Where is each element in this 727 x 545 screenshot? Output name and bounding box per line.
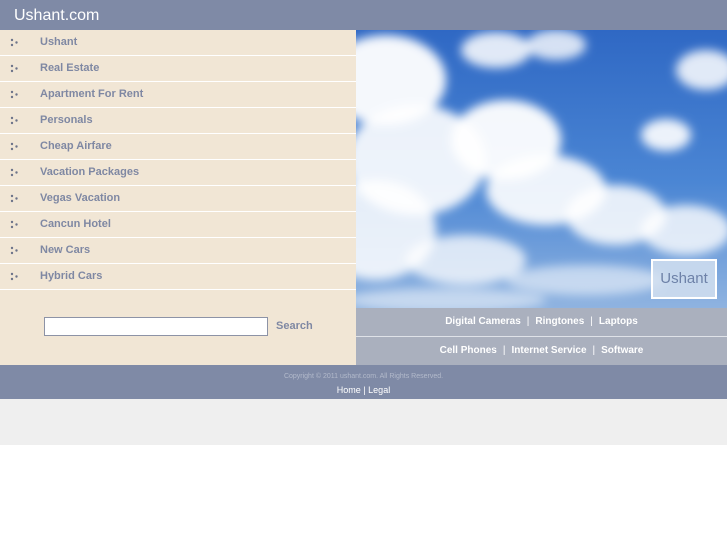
- sidebar-item-vegas-vacation[interactable]: Vegas Vacation: [0, 186, 356, 212]
- sidebar-item-cheap-airfare[interactable]: Cheap Airfare: [0, 134, 356, 160]
- sidebar-item-label: Hybrid Cars: [40, 270, 103, 282]
- link-internet-service[interactable]: Internet Service: [511, 345, 586, 356]
- link-software[interactable]: Software: [601, 345, 643, 356]
- dots-bullet-icon: [10, 116, 18, 125]
- copyright-text: Copyright © 2011 ushant.com. All Rights …: [283, 373, 444, 380]
- footer-legal-link[interactable]: Legal: [368, 385, 390, 395]
- sidebar-item-label: Apartment For Rent: [40, 88, 144, 100]
- links-bar-bottom: Cell Phones | Internet Service | Software: [356, 337, 727, 365]
- sidebar-item-cancun-hotel[interactable]: Cancun Hotel: [0, 212, 356, 238]
- sidebar-item-ushant[interactable]: Ushant: [0, 30, 356, 56]
- sidebar-item-hybrid-cars[interactable]: Hybrid Cars: [0, 264, 356, 290]
- site-footer: Copyright © 2011 ushant.com. All Rights …: [0, 365, 727, 399]
- search-input[interactable]: [44, 317, 268, 336]
- dots-bullet-icon: [10, 246, 18, 255]
- sidebar-item-apartment-for-rent[interactable]: Apartment For Rent: [0, 82, 356, 108]
- sidebar-item-new-cars[interactable]: New Cars: [0, 238, 356, 264]
- dots-bullet-icon: [10, 168, 18, 177]
- sidebar: Ushant Real Estate Apartment For Rent Pe…: [0, 30, 356, 365]
- hero-sky-image: Ushant: [356, 30, 727, 308]
- link-separator: |: [526, 316, 530, 327]
- search-button[interactable]: Search: [276, 320, 313, 332]
- sidebar-item-label: Vegas Vacation: [40, 192, 121, 204]
- sidebar-item-label: Real Estate: [40, 62, 100, 74]
- link-separator: |: [590, 316, 593, 327]
- site-header: Ushant.com: [0, 0, 727, 30]
- sidebar-item-real-estate[interactable]: Real Estate: [0, 56, 356, 82]
- link-separator: |: [502, 345, 506, 356]
- dots-bullet-icon: [10, 194, 18, 203]
- link-separator: |: [592, 345, 596, 356]
- sidebar-item-label: Vacation Packages: [40, 166, 140, 178]
- brand-badge[interactable]: Ushant: [651, 259, 717, 299]
- link-ringtones[interactable]: Ringtones: [535, 316, 584, 327]
- sidebar-item-label: New Cars: [40, 244, 91, 256]
- footer-home-link[interactable]: Home: [337, 385, 361, 395]
- dots-bullet-icon: [10, 38, 18, 47]
- dots-bullet-icon: [10, 90, 18, 99]
- sidebar-item-label: Ushant: [40, 36, 78, 48]
- sidebar-item-personals[interactable]: Personals: [0, 108, 356, 134]
- footer-separator: |: [363, 385, 366, 395]
- sidebar-item-label: Cheap Airfare: [40, 140, 112, 152]
- links-bar-top: Digital Cameras | Ringtones | Laptops: [356, 308, 727, 337]
- dots-bullet-icon: [10, 220, 18, 229]
- link-cell-phones[interactable]: Cell Phones: [440, 345, 497, 356]
- sidebar-item-label: Personals: [40, 114, 93, 126]
- nav-list: Ushant Real Estate Apartment For Rent Pe…: [0, 30, 356, 290]
- sidebar-item-vacation-packages[interactable]: Vacation Packages: [0, 160, 356, 186]
- dots-bullet-icon: [10, 64, 18, 73]
- dots-bullet-icon: [10, 272, 18, 281]
- link-laptops[interactable]: Laptops: [599, 316, 638, 327]
- dots-bullet-icon: [10, 142, 18, 151]
- sidebar-item-label: Cancun Hotel: [40, 218, 111, 230]
- site-title[interactable]: Ushant.com: [14, 7, 99, 25]
- footer-links: Home | Legal: [0, 385, 727, 396]
- link-digital-cameras[interactable]: Digital Cameras: [445, 316, 521, 327]
- bottom-gray-band: [0, 399, 727, 445]
